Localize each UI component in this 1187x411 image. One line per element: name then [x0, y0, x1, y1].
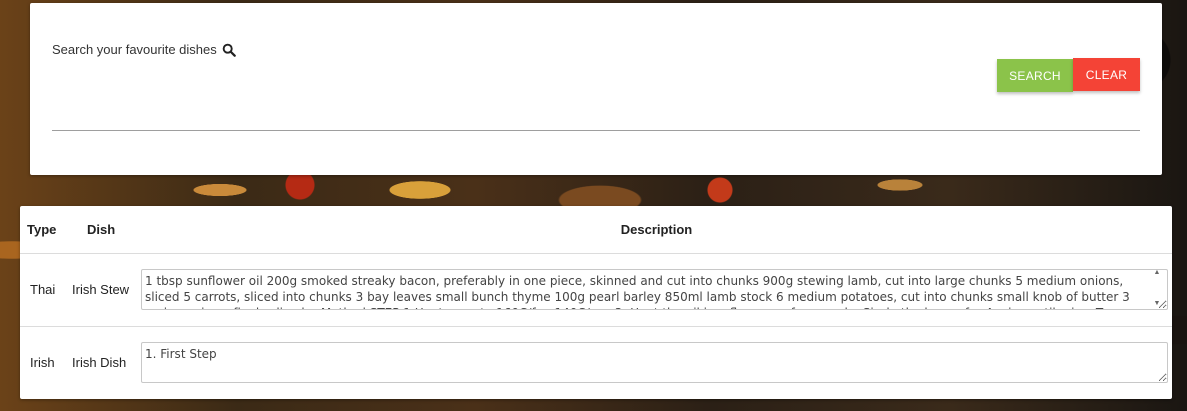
search-button[interactable]: SEARCH — [997, 59, 1073, 92]
search-card: Search your favourite dishes SEARCH CLEA… — [30, 3, 1162, 175]
dish-cell: Irish Dish — [72, 354, 127, 370]
dishes-table: Type Dish Description Thai Irish Stew Ir… — [20, 206, 1172, 398]
search-label: Search your favourite dishes — [52, 42, 236, 57]
description-textarea[interactable] — [141, 341, 1168, 383]
table-row: Irish Irish Dish — [20, 326, 1172, 398]
header-dish: Dish — [64, 206, 141, 254]
search-label-text: Search your favourite dishes — [52, 42, 217, 57]
dishes-table-card: Type Dish Description Thai Irish Stew Ir… — [20, 206, 1172, 399]
dish-cell: Irish Stew — [64, 253, 141, 327]
type-cell: Thai — [20, 253, 64, 327]
clear-button[interactable]: CLEAR — [1073, 58, 1140, 91]
table-header-row: Type Dish Description — [20, 206, 1172, 254]
description-cell — [141, 326, 1172, 398]
header-description: Description — [141, 206, 1172, 254]
search-icon — [222, 43, 236, 57]
search-input-underline[interactable] — [52, 130, 1140, 131]
description-cell — [141, 253, 1172, 327]
table-row: Thai Irish Stew — [20, 253, 1172, 327]
header-type: Type — [20, 206, 64, 254]
description-textarea[interactable] — [141, 269, 1168, 310]
type-cell: Irish — [30, 354, 55, 370]
